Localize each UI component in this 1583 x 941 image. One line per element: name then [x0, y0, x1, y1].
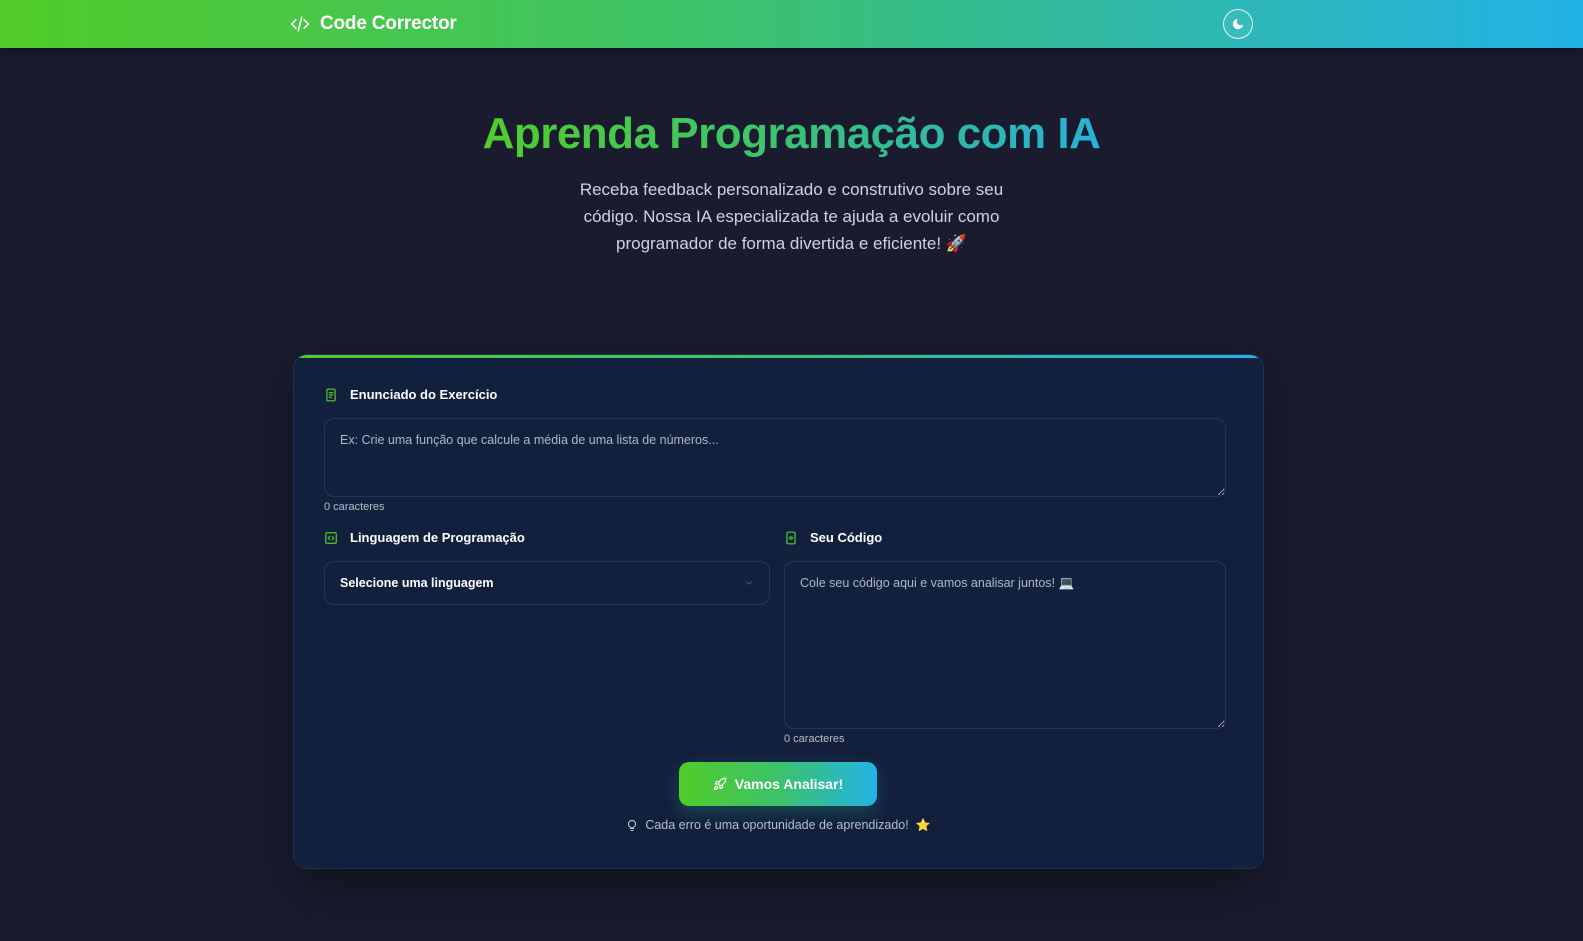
- analyze-button[interactable]: Vamos Analisar!: [679, 762, 877, 806]
- learning-tip: Cada erro é uma oportunidade de aprendiz…: [294, 818, 1263, 832]
- code-label: Seu Código: [784, 530, 882, 545]
- code-label-text: Seu Código: [810, 530, 883, 545]
- page-subtitle: Receba feedback personalizado e construt…: [579, 180, 1004, 253]
- top-navbar: Code Corrector: [0, 0, 1583, 48]
- learning-tip-text: Cada erro é uma oportunidade de aprendiz…: [645, 818, 909, 832]
- code-icon: [290, 16, 310, 32]
- hero: Aprenda Programação com IA Receba feedba…: [0, 106, 1583, 257]
- card-accent-bar: [294, 355, 1263, 358]
- statement-label: Enunciado do Exercício: [324, 387, 497, 402]
- rocket-icon: [713, 777, 727, 791]
- page-title: Aprenda Programação com IA: [483, 106, 1101, 162]
- code-file-icon: [786, 531, 796, 544]
- chevron-down-icon: [745, 581, 753, 585]
- code-square-icon: [325, 531, 337, 544]
- language-select[interactable]: Selecione uma linguagem: [324, 561, 770, 605]
- star-icon: ⭐: [915, 818, 931, 832]
- analyze-button-label: Vamos Analisar!: [734, 776, 844, 792]
- document-icon: [326, 388, 336, 401]
- analysis-form-card: Enunciado do Exercício 0 caracteres Ling…: [293, 354, 1264, 869]
- code-char-counter: 0 caracteres: [784, 733, 845, 745]
- statement-char-counter: 0 caracteres: [324, 501, 385, 513]
- lightbulb-icon: [628, 819, 637, 831]
- moon-icon: [1232, 18, 1244, 30]
- brand-name: Code Corrector: [320, 13, 457, 34]
- language-select-value: Selecione uma linguagem: [340, 576, 494, 590]
- statement-label-text: Enunciado do Exercício: [350, 387, 498, 402]
- code-input[interactable]: [784, 561, 1226, 729]
- brand[interactable]: Code Corrector: [290, 0, 457, 48]
- language-label-text: Linguagem de Programação: [350, 530, 525, 545]
- statement-input[interactable]: [324, 418, 1226, 497]
- theme-toggle-button[interactable]: [1223, 9, 1253, 39]
- language-label: Linguagem de Programação: [324, 530, 525, 545]
